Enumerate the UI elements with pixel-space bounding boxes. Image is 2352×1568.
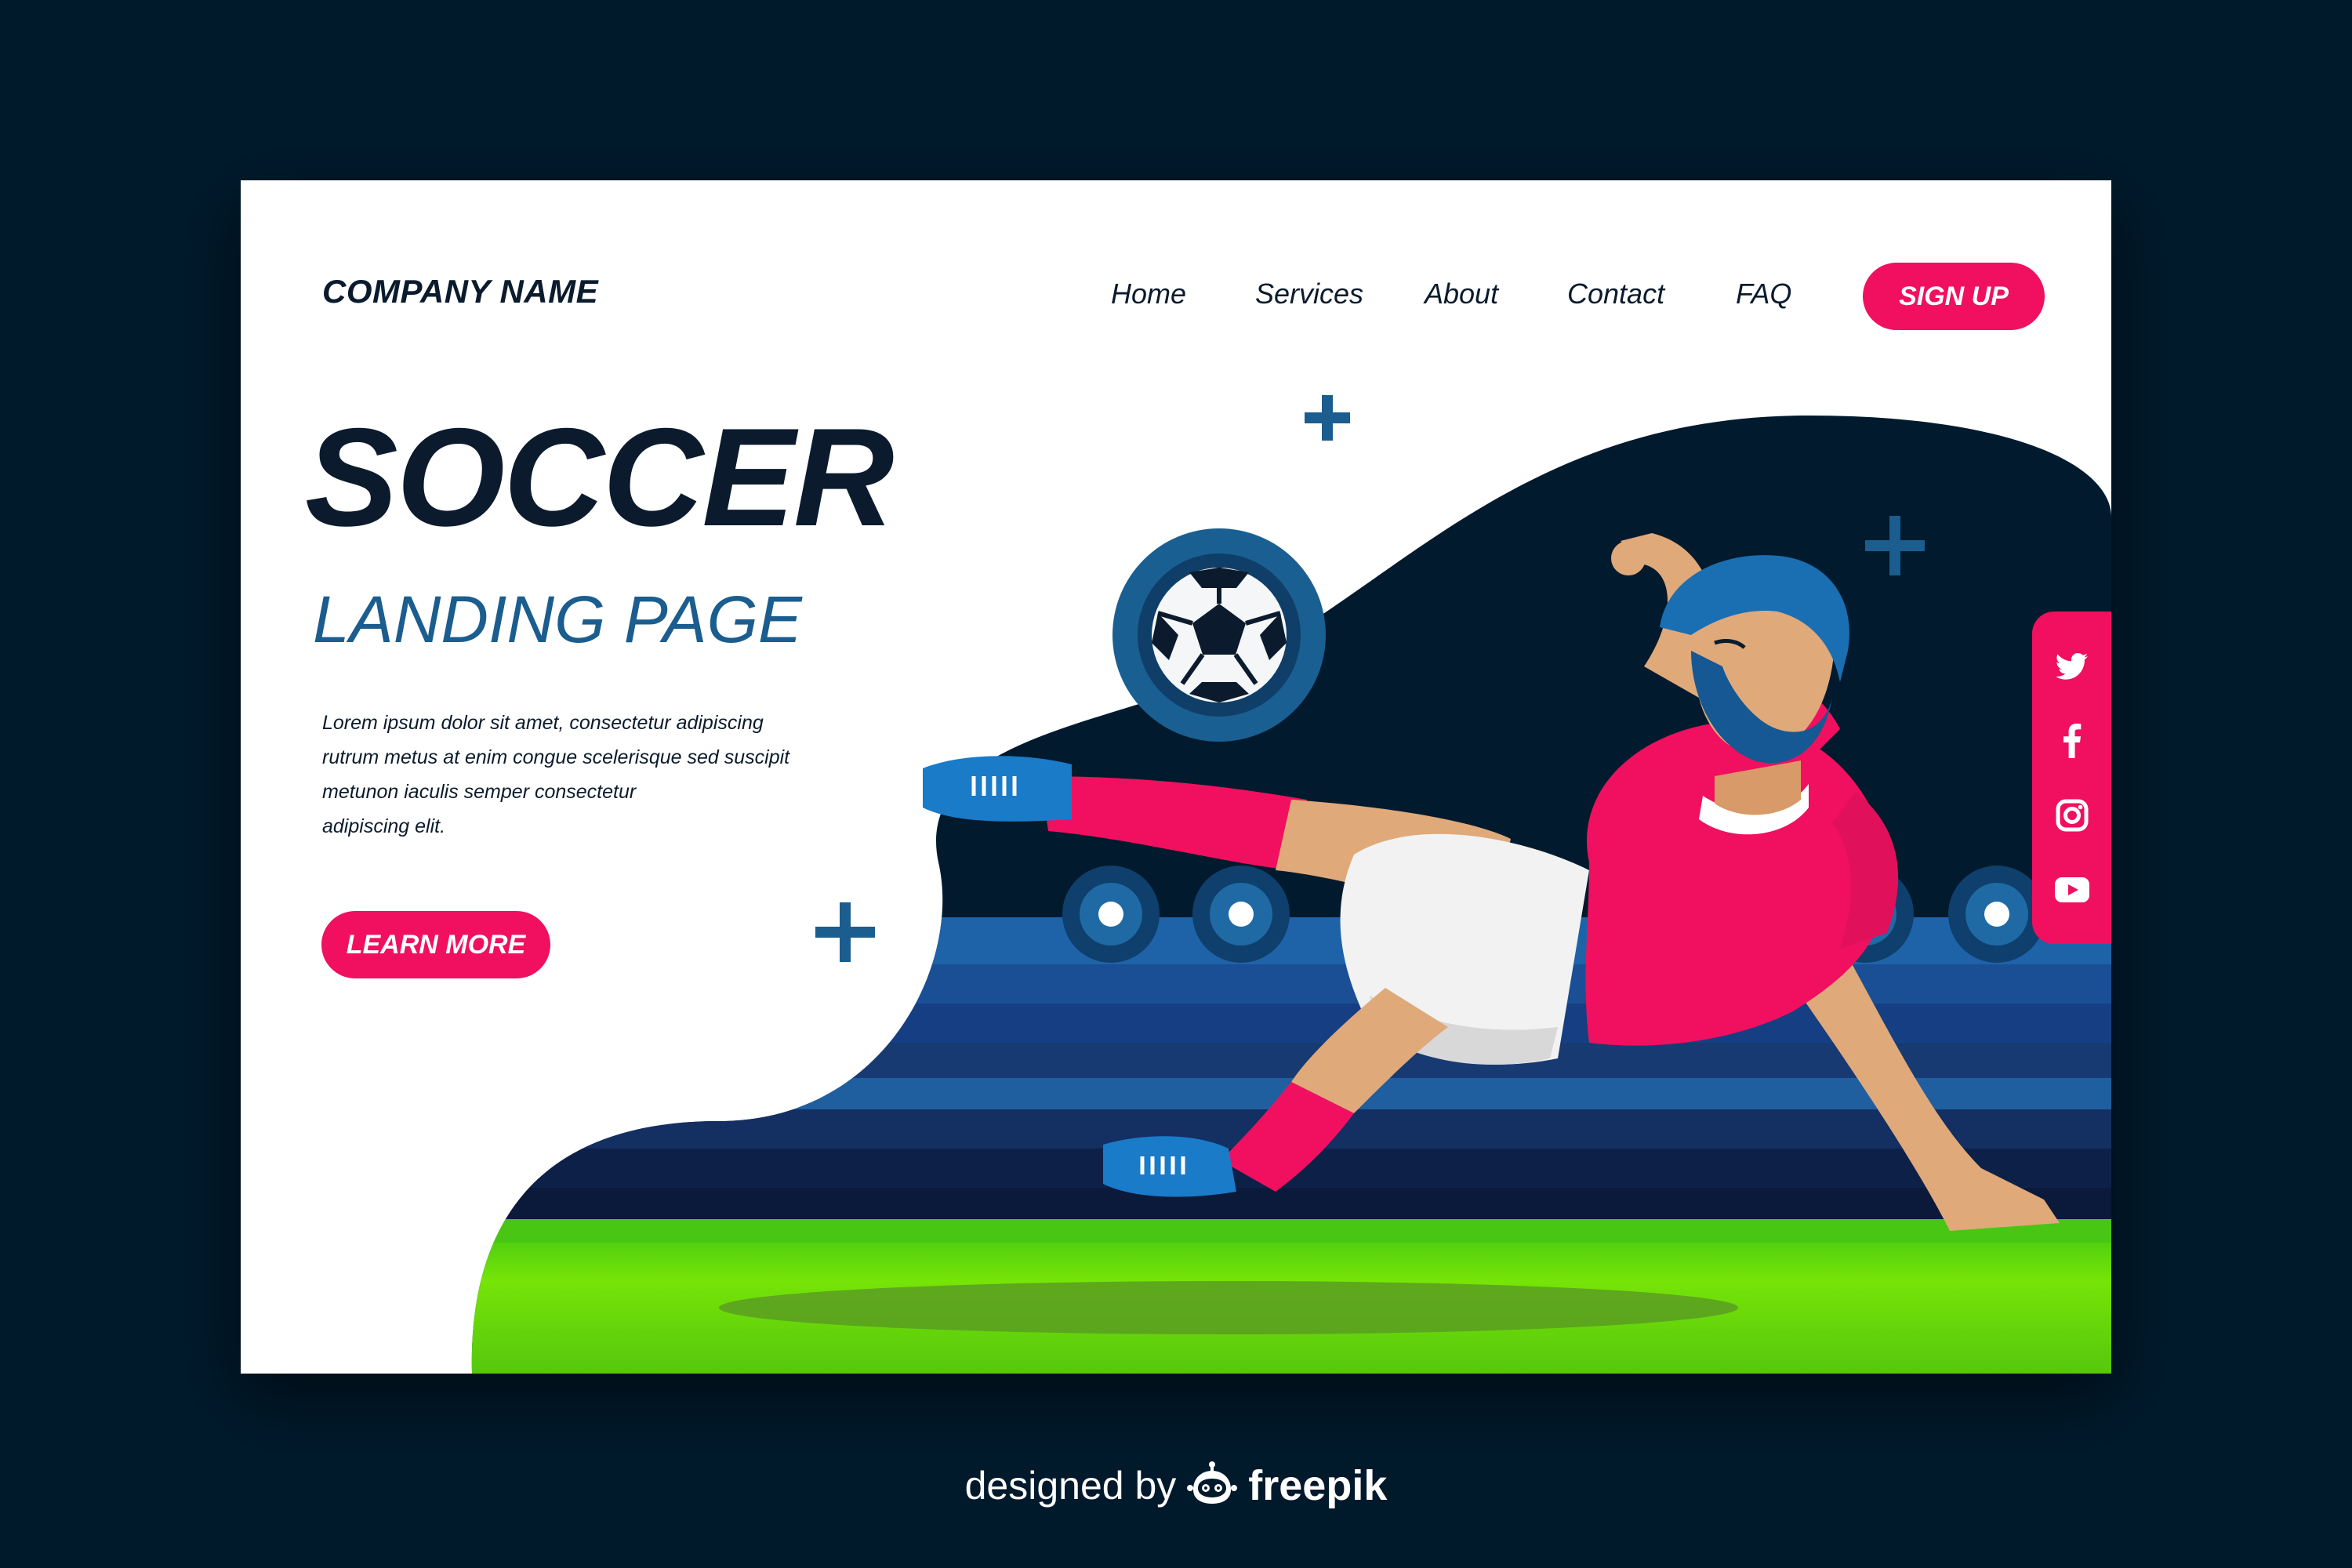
youtube-icon[interactable] [2050, 868, 2094, 912]
description-line: adipiscing elit. [322, 815, 446, 837]
description-line: rutrum metus at enim congue scelerisque … [322, 746, 790, 768]
learn-more-button[interactable]: LEARN MORE [321, 911, 550, 978]
nav-about[interactable]: About [1425, 278, 1498, 310]
description-line: metunon iaculis semper consectetur [322, 781, 637, 803]
facebook-icon[interactable] [2050, 719, 2094, 763]
twitter-icon[interactable] [2050, 644, 2094, 688]
designed-by-text: designed by [964, 1463, 1177, 1508]
hero-description: Lorem ipsum dolor sit amet, consectetur … [322, 706, 887, 844]
sign-up-button[interactable]: SIGN UP [1863, 263, 2045, 330]
soccer-ball [1112, 528, 1326, 742]
nav-faq[interactable]: FAQ [1736, 278, 1791, 310]
nav-contact[interactable]: Contact [1567, 278, 1664, 310]
description-line: Lorem ipsum dolor sit amet, consectetur … [322, 712, 764, 734]
hero-subtitle: LANDING PAGE [313, 583, 802, 656]
landing-page-card: COMPANY NAME Home Services About Contact… [241, 180, 2111, 1374]
player-shadow [719, 1281, 1738, 1334]
footer-credit: designed by freepik [0, 1460, 2352, 1511]
hero-title: SOCCER [305, 399, 895, 555]
freepik-brand: freepik [1248, 1461, 1388, 1509]
instagram-icon[interactable] [2050, 793, 2094, 837]
freepik-logo-icon [1187, 1460, 1238, 1511]
social-bar [2032, 612, 2111, 944]
company-name[interactable]: COMPANY NAME [322, 273, 598, 310]
nav-services[interactable]: Services [1255, 278, 1363, 310]
nav-home[interactable]: Home [1111, 278, 1186, 310]
